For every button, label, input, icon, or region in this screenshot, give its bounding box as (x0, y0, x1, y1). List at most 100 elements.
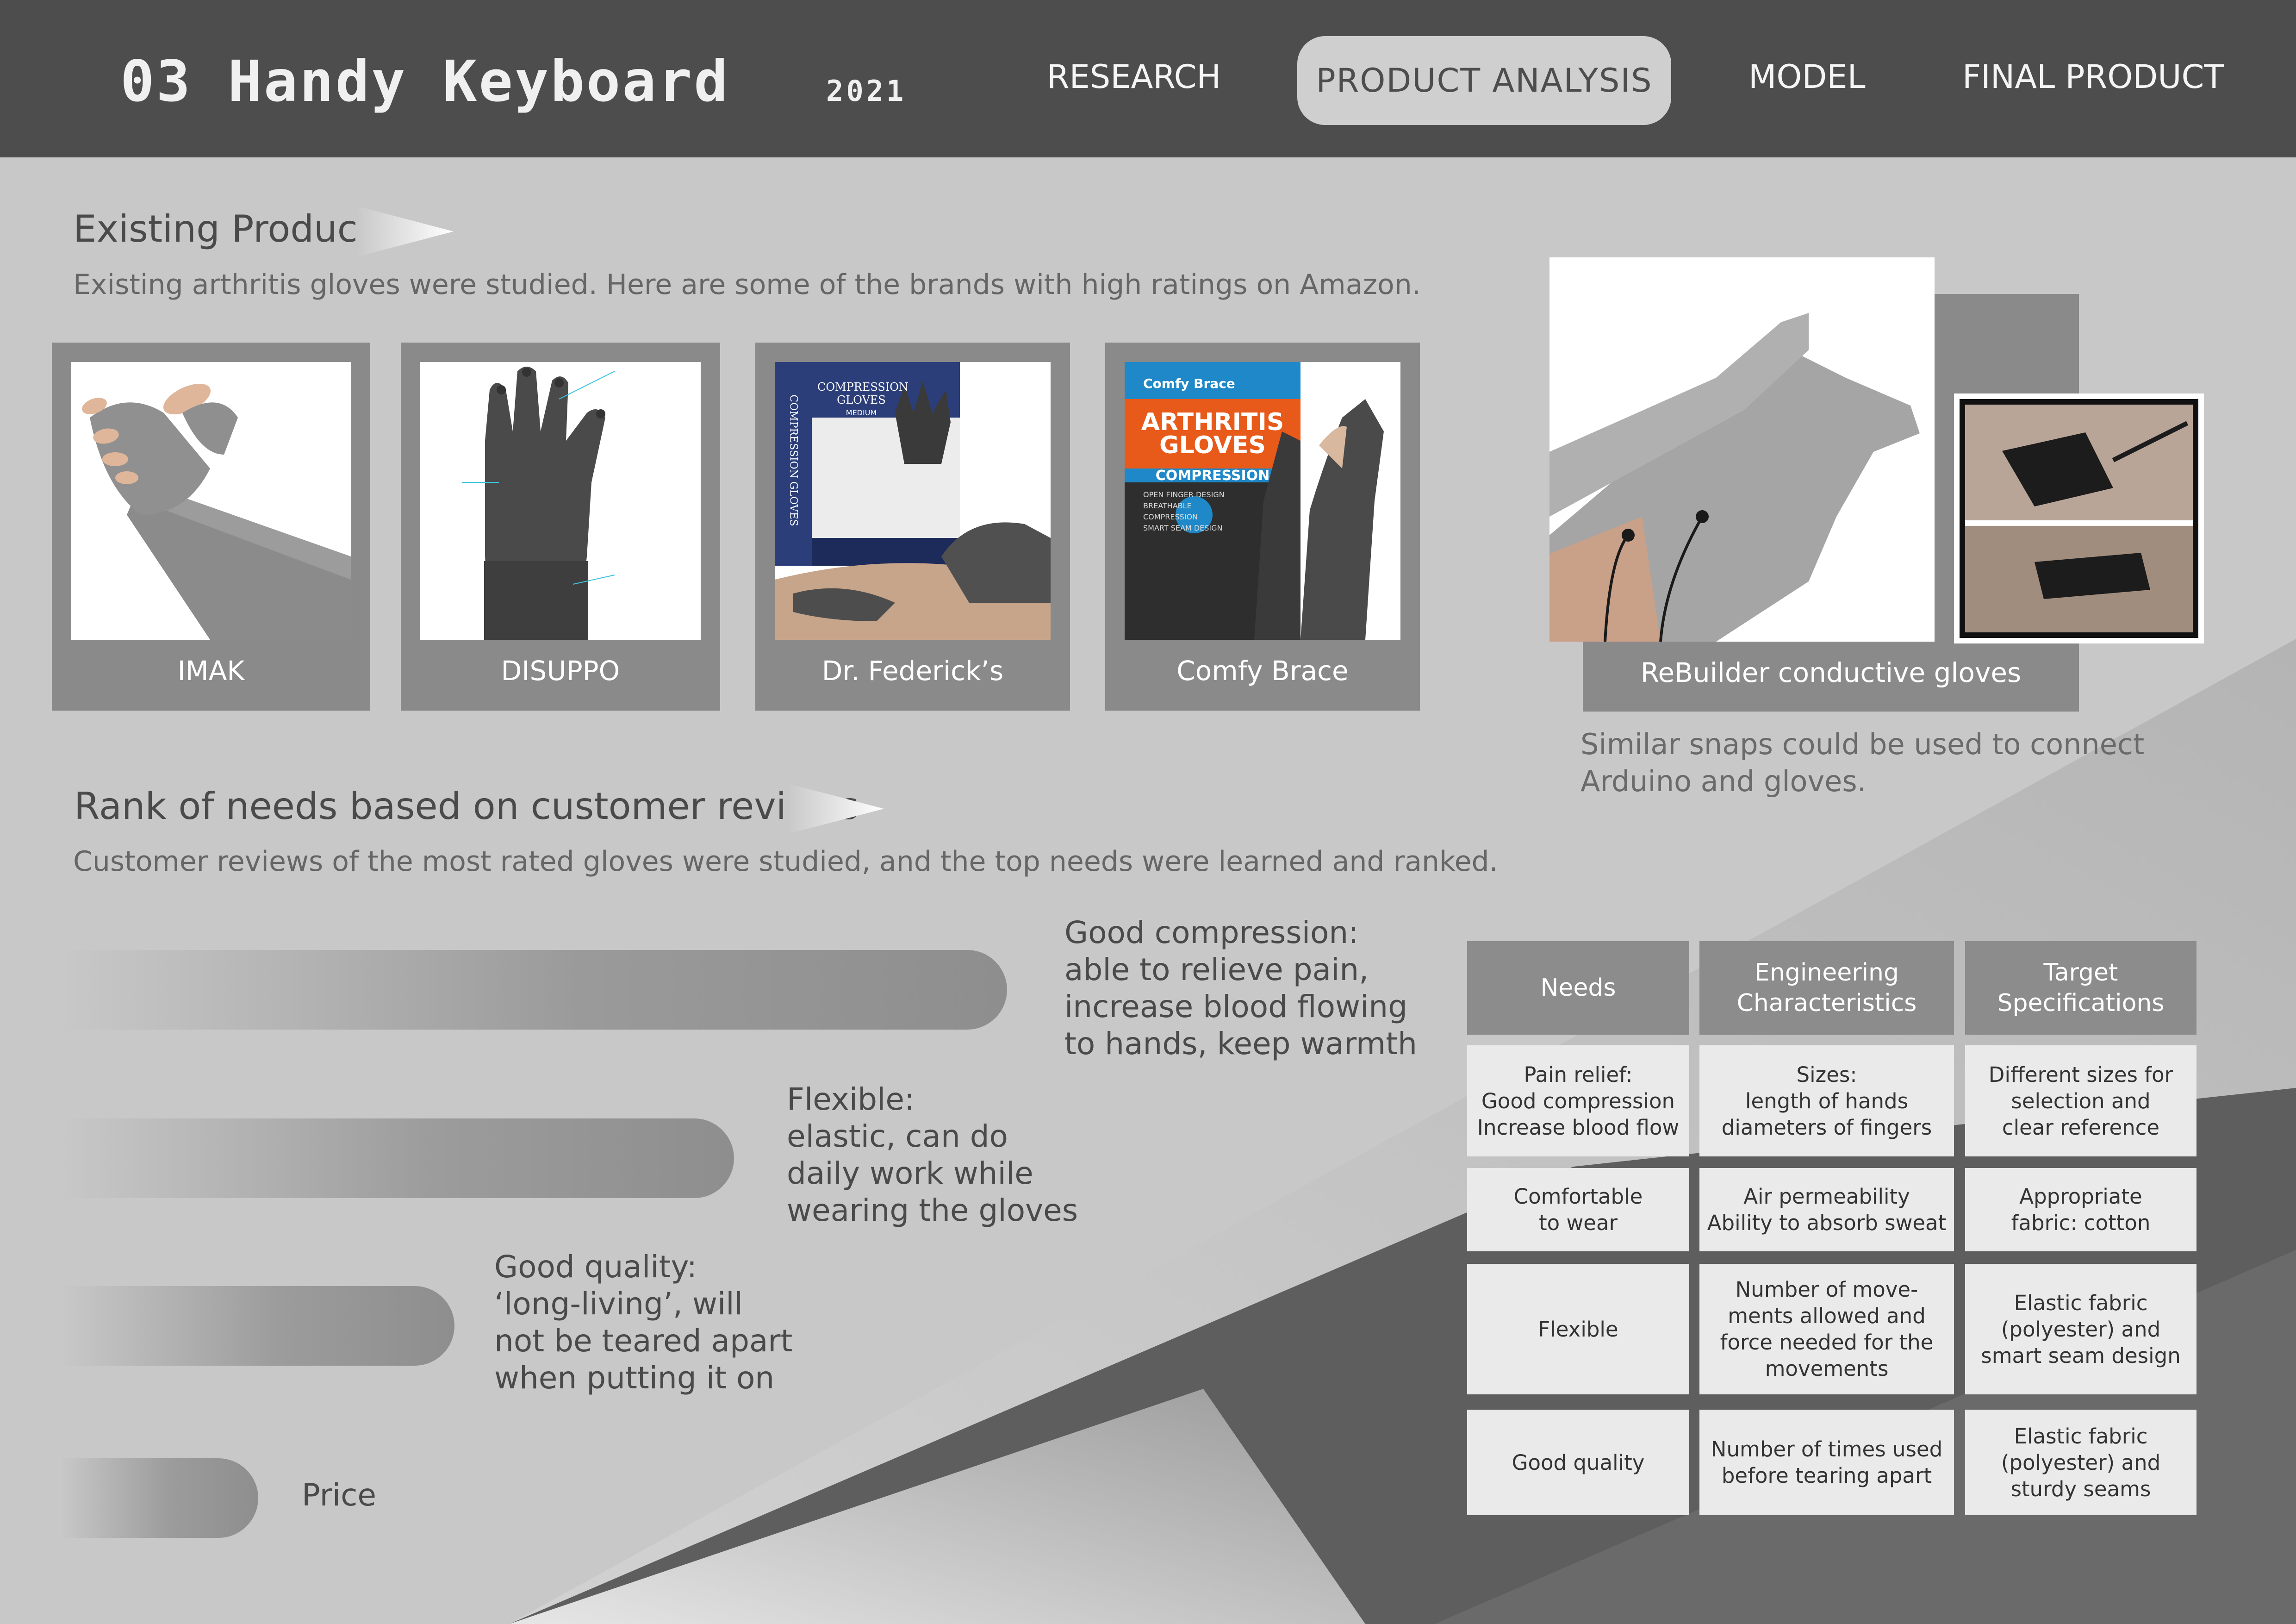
table-cell: Flexible (1467, 1264, 1689, 1394)
box-side-text: COMPRESSION GLOVES (787, 394, 799, 526)
nav-final-product[interactable]: FINAL PRODUCT (1962, 58, 2224, 96)
table-cell: Different sizes for selection and clear re… (1965, 1045, 2196, 1156)
cell-line: Pain relief: (1524, 1062, 1633, 1087)
cell-line: Characteristics (1736, 989, 1917, 1017)
need-line: wearing the gloves (787, 1193, 1078, 1228)
year-label: 2021 (826, 74, 907, 108)
cell-line: ments allowed and (1728, 1304, 1926, 1328)
need-text-2: Flexible: elastic, can do daily work whi… (787, 1081, 1078, 1229)
cell-line: length of hands (1745, 1088, 1909, 1113)
table-cell: Elastic fabric (polyester) and sturdy seam… (1965, 1410, 2196, 1515)
cell-line: Good compression (1481, 1088, 1675, 1113)
need-line: when putting it on (494, 1360, 775, 1396)
cell-line: Appropriate (2019, 1184, 2142, 1209)
nav-research[interactable]: RESEARCH (1047, 58, 1221, 96)
table-header-engineering: Engineering Characteristics (1699, 941, 1954, 1035)
nav-product-analysis[interactable]: PRODUCT ANALYSIS (1297, 36, 1671, 125)
need-line: daily work while (787, 1156, 1033, 1191)
need-line: increase blood flowing (1064, 989, 1408, 1024)
existing-product-description: Existing arthritis gloves were studied. … (73, 269, 1421, 301)
table-header-needs: Needs (1467, 941, 1689, 1035)
need-line: Good compression: (1064, 915, 1359, 950)
need-line: able to relieve pain, (1064, 952, 1369, 987)
rebuilder-note-line1: Similar snaps could be used to connect (1580, 727, 2145, 761)
cell-line: smart seam design (1981, 1343, 2181, 1368)
glove-image: Comfy Brace ARTHRITIS GLOVES COMPRESSION… (1125, 362, 1400, 640)
need-bar-4 (60, 1458, 258, 1538)
table-cell: Elastic fabric (polyester) and smart seam … (1965, 1264, 2196, 1394)
rebuilder-label: ReBuilder conductive gloves (1640, 657, 2022, 688)
product-label: Comfy Brace (1176, 655, 1349, 687)
page-title: 03 Handy Keyboard (120, 49, 730, 114)
rebuilder-note-line2: Arduino and gloves. (1580, 764, 1867, 798)
box-logo: Comfy Brace (1143, 376, 1235, 391)
box-size: MEDIUM (846, 408, 877, 417)
need-line: to hands, keep warmth (1064, 1026, 1417, 1062)
existing-product-heading: Existing Product (73, 207, 373, 250)
table-cell: Good quality (1467, 1410, 1689, 1515)
product-card-comfy-brace[interactable]: Comfy Brace ARTHRITIS GLOVES COMPRESSION… (1105, 343, 1420, 711)
table-cell: Pain relief: Good compression Increase blo… (1467, 1045, 1689, 1156)
table-cell: Number of times used before tearing apart (1699, 1410, 1954, 1515)
rebuilder-glove-image (1549, 257, 1935, 642)
cell-line: Air permeability (1743, 1184, 1910, 1209)
cell-line: Good quality (1512, 1450, 1645, 1475)
need-line: ‘long-living’, will (494, 1286, 743, 1322)
arrow-triangle-icon (356, 206, 454, 257)
table-header-target: Target Specifications (1965, 941, 2196, 1035)
cell-line: sturdy seams (2010, 1476, 2151, 1501)
box-title: ARTHRITIS GLOVES (1141, 408, 1284, 459)
cell-line: to wear (1538, 1211, 1618, 1235)
cell-line: force needed for the (1720, 1330, 1934, 1355)
cell-line: (polyester) and (2001, 1317, 2161, 1342)
cell-line: Specifications (1997, 989, 2165, 1017)
need-line: Good quality: (494, 1249, 697, 1285)
need-text-1: Good compression: able to relieve pain, … (1064, 914, 1417, 1062)
box-features: OPEN FINGER DESIGN BREATHABLE COMPRESSIO… (1143, 490, 1225, 532)
glove-image: COMPRESSION GLOVES MEDIUM COMPRESSION GL… (775, 362, 1051, 640)
product-label: IMAK (177, 655, 245, 687)
box-title: COMPRESSION GLOVES (817, 381, 908, 406)
cell-line: Number of move- (1735, 1277, 1918, 1302)
table-cell: Number of move-ments allowed and force ne… (1699, 1264, 1954, 1394)
cell-line: clear reference (2002, 1115, 2160, 1140)
glove-image (71, 362, 351, 640)
cell-line: Flexible (1538, 1317, 1618, 1342)
need-line: elastic, can do (787, 1118, 1008, 1154)
needs-description: Customer reviews of the most rated glove… (73, 845, 1498, 878)
product-label: DISUPPO (501, 655, 620, 687)
table-cell: Comfortable to wear (1467, 1168, 1689, 1251)
need-bar-3 (60, 1286, 454, 1366)
cell-line: Engineering (1755, 959, 1899, 987)
need-text-3: Good quality: ‘long-living’, will not be… (494, 1249, 792, 1397)
product-card-dr-federicks[interactable]: COMPRESSION GLOVES MEDIUM COMPRESSION GL… (755, 343, 1070, 711)
cell-line: movements (1765, 1356, 1889, 1381)
snap-photo-frame (1954, 394, 2204, 643)
product-card-imak[interactable]: IMAK (52, 343, 370, 711)
cell-line: Comfortable (1513, 1184, 1643, 1209)
cell-line: Ability to absorb sweat (1707, 1211, 1947, 1235)
cell-line: Needs (1540, 974, 1616, 1002)
product-card-disuppo[interactable]: DISUPPO (401, 343, 720, 711)
need-bar-1 (60, 950, 1007, 1030)
cell-line: Elastic fabric (2014, 1424, 2148, 1449)
table-cell: Appropriate fabric: cotton (1965, 1168, 2196, 1251)
glove-image (420, 362, 701, 640)
cell-line: Elastic fabric (2014, 1290, 2148, 1315)
cell-line: selection and (2011, 1088, 2151, 1113)
rebuilder-note: Similar snaps could be used to connect A… (1580, 726, 2144, 800)
need-line: Price (302, 1477, 377, 1513)
cell-line: Sizes: (1796, 1062, 1857, 1087)
table-cell: Sizes: length of hands diameters of finger… (1699, 1045, 1954, 1156)
cell-line: before tearing apart (1721, 1463, 1932, 1488)
cell-line: diameters of fingers (1721, 1115, 1932, 1140)
cell-line: (polyester) and (2001, 1450, 2161, 1475)
needs-heading: Rank of needs based on customer reviews (74, 785, 859, 828)
box-sub: COMPRESSION (1155, 468, 1270, 484)
cell-line: Increase blood flow (1477, 1115, 1680, 1140)
need-line: not be teared apart (494, 1323, 793, 1359)
arrow-triangle-icon (787, 783, 884, 834)
product-label: Dr. Federick’s (821, 655, 1004, 687)
nav-model[interactable]: MODEL (1748, 58, 1866, 96)
cell-line: fabric: cotton (2011, 1211, 2151, 1235)
